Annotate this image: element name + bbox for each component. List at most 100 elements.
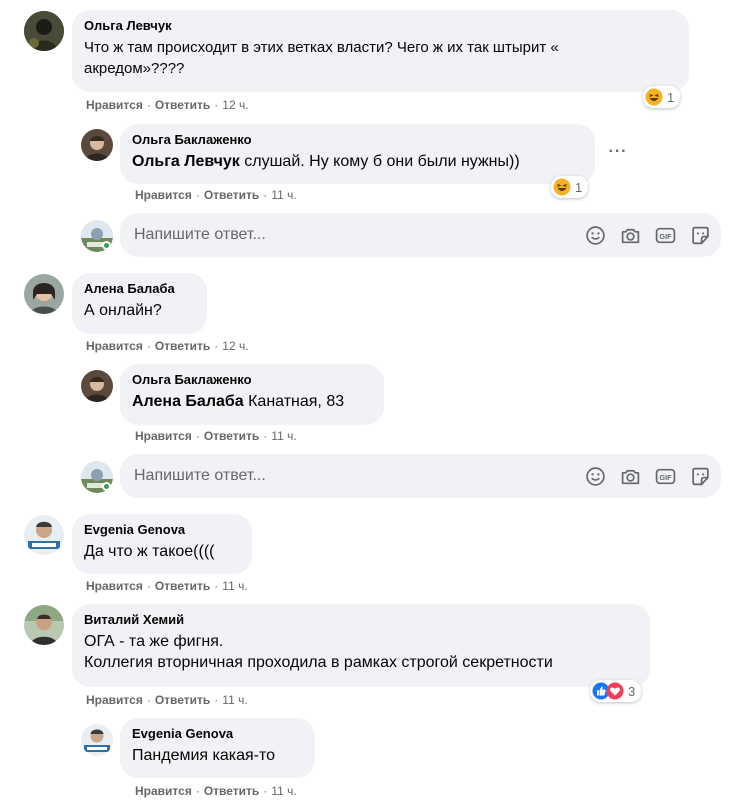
- comment-bubble: Ольга Левчук Что ж там происходит в этих…: [72, 10, 689, 92]
- love-reaction-icon: [606, 682, 624, 700]
- like-link[interactable]: Нравится: [135, 429, 192, 443]
- composer-icons: GIF: [585, 466, 711, 487]
- emoji-icon[interactable]: [585, 466, 606, 487]
- camera-icon[interactable]: [620, 225, 641, 246]
- mention-link[interactable]: Алена Балаба: [132, 393, 244, 410]
- timestamp[interactable]: 12 ч.: [222, 339, 248, 353]
- timestamp[interactable]: 11 ч.: [271, 429, 296, 443]
- camera-icon[interactable]: [620, 466, 641, 487]
- separator: ·: [263, 429, 268, 443]
- comment-text-line: акредом»????: [84, 60, 185, 77]
- reply-text: Ольга Левчук слушай. Ну кому б они были …: [132, 151, 583, 172]
- separator: ·: [214, 339, 219, 353]
- separator: ·: [195, 784, 200, 798]
- timestamp[interactable]: 11 ч.: [222, 579, 247, 593]
- comment-bubble: Виталий Хемий ОГА - та же фигня. Коллеги…: [72, 604, 650, 687]
- timestamp[interactable]: 11 ч.: [271, 784, 296, 798]
- comment-actions: Нравится · Ответить · 11 ч.: [86, 693, 248, 707]
- reaction-count: 3: [628, 683, 636, 699]
- comment-text: А онлайн?: [84, 302, 162, 319]
- avatar[interactable]: [81, 724, 113, 756]
- reply-author[interactable]: Ольга Баклаженко: [132, 132, 583, 148]
- comment-author[interactable]: Ольга Левчук: [84, 18, 677, 34]
- avatar[interactable]: [24, 11, 64, 51]
- reply-link[interactable]: Ответить: [204, 188, 259, 202]
- comment-actions: Нравится · Ответить · 11 ч.: [86, 579, 248, 593]
- reply-composer: GIF: [120, 454, 721, 498]
- reaction-summary[interactable]: 3: [590, 680, 642, 702]
- reply-author[interactable]: Ольга Баклаженко: [132, 372, 372, 388]
- reply-bubble: Ольга Баклаженко Алена Балаба Канатная, …: [120, 364, 384, 425]
- separator: ·: [146, 339, 151, 353]
- comment-bubble: Алена Балаба А онлайн?: [72, 273, 207, 334]
- reply-link[interactable]: Ответить: [204, 784, 259, 798]
- avatar[interactable]: [24, 605, 64, 645]
- online-status-dot: [102, 241, 111, 250]
- mention-link[interactable]: Ольга Левчук: [132, 153, 240, 170]
- reply-author[interactable]: Evgenia Genova: [132, 726, 303, 742]
- reply-actions: Нравится · Ответить · 11 ч.: [135, 784, 297, 798]
- more-options-icon[interactable]: ···: [604, 138, 632, 166]
- separator: ·: [146, 579, 151, 593]
- comment-text: Да что ж такое((((: [84, 543, 215, 560]
- timestamp[interactable]: 11 ч.: [271, 188, 296, 202]
- avatar[interactable]: [24, 515, 64, 555]
- reply-link[interactable]: Ответить: [155, 339, 210, 353]
- reply-text: Алена Балаба Канатная, 83: [132, 391, 372, 412]
- composer-icons: GIF: [585, 225, 711, 246]
- reply-link[interactable]: Ответить: [155, 579, 210, 593]
- separator: ·: [146, 98, 151, 112]
- reply-input[interactable]: [134, 467, 554, 485]
- comment-author[interactable]: Evgenia Genova: [84, 522, 240, 538]
- reaction-summary[interactable]: 1: [643, 86, 681, 108]
- svg-text:GIF: GIF: [659, 473, 672, 482]
- emoji-icon[interactable]: [585, 225, 606, 246]
- separator: ·: [214, 693, 219, 707]
- comment-text-line: Что ж там происходит в этих ветках власт…: [84, 39, 559, 56]
- reply-link[interactable]: Ответить: [155, 98, 210, 112]
- reply-text: Пандемия какая-то: [132, 747, 276, 764]
- reaction-summary[interactable]: 1: [551, 176, 589, 198]
- reply-link[interactable]: Ответить: [204, 429, 259, 443]
- timestamp[interactable]: 11 ч.: [222, 693, 247, 707]
- haha-reaction-icon: [553, 178, 571, 196]
- haha-reaction-icon: [645, 88, 663, 106]
- like-link[interactable]: Нравится: [135, 188, 192, 202]
- separator: ·: [214, 98, 219, 112]
- separator: ·: [214, 579, 219, 593]
- like-link[interactable]: Нравится: [86, 339, 143, 353]
- comment-actions: Нравится · Ответить · 12 ч.: [86, 339, 249, 353]
- separator: ·: [195, 188, 200, 202]
- separator: ·: [146, 693, 151, 707]
- avatar[interactable]: [81, 370, 113, 402]
- reply-actions: Нравится · Ответить · 11 ч.: [135, 429, 297, 443]
- avatar[interactable]: [81, 129, 113, 161]
- gif-icon[interactable]: GIF: [655, 466, 676, 487]
- separator: ·: [195, 429, 200, 443]
- like-link[interactable]: Нравится: [86, 98, 143, 112]
- like-link[interactable]: Нравится: [86, 579, 143, 593]
- reply-text-body: слушай. Ну кому б они были нужны)): [239, 153, 520, 170]
- reply-composer: GIF: [120, 213, 721, 257]
- comment-text-line: Коллегия вторничная проходила в рамках с…: [84, 654, 553, 671]
- svg-text:GIF: GIF: [659, 232, 672, 241]
- comment-actions: Нравится · Ответить · 12 ч.: [86, 98, 249, 112]
- reply-text-body: Канатная, 83: [243, 393, 345, 410]
- like-link[interactable]: Нравится: [86, 693, 143, 707]
- reply-link[interactable]: Ответить: [155, 693, 210, 707]
- sticker-icon[interactable]: [690, 225, 711, 246]
- online-status-dot: [102, 482, 111, 491]
- timestamp[interactable]: 12 ч.: [222, 98, 248, 112]
- separator: ·: [263, 188, 268, 202]
- reply-bubble: Ольга Баклаженко Ольга Левчук слушай. Ну…: [120, 124, 595, 184]
- comment-author[interactable]: Виталий Хемий: [84, 612, 638, 628]
- avatar[interactable]: [24, 274, 64, 314]
- separator: ·: [263, 784, 268, 798]
- like-link[interactable]: Нравится: [135, 784, 192, 798]
- comment-author[interactable]: Алена Балаба: [84, 281, 195, 297]
- sticker-icon[interactable]: [690, 466, 711, 487]
- reply-bubble: Evgenia Genova Пандемия какая-то: [120, 718, 315, 778]
- comment-text-line: ОГА - та же фигня.: [84, 633, 224, 650]
- gif-icon[interactable]: GIF: [655, 225, 676, 246]
- reply-input[interactable]: [134, 226, 554, 244]
